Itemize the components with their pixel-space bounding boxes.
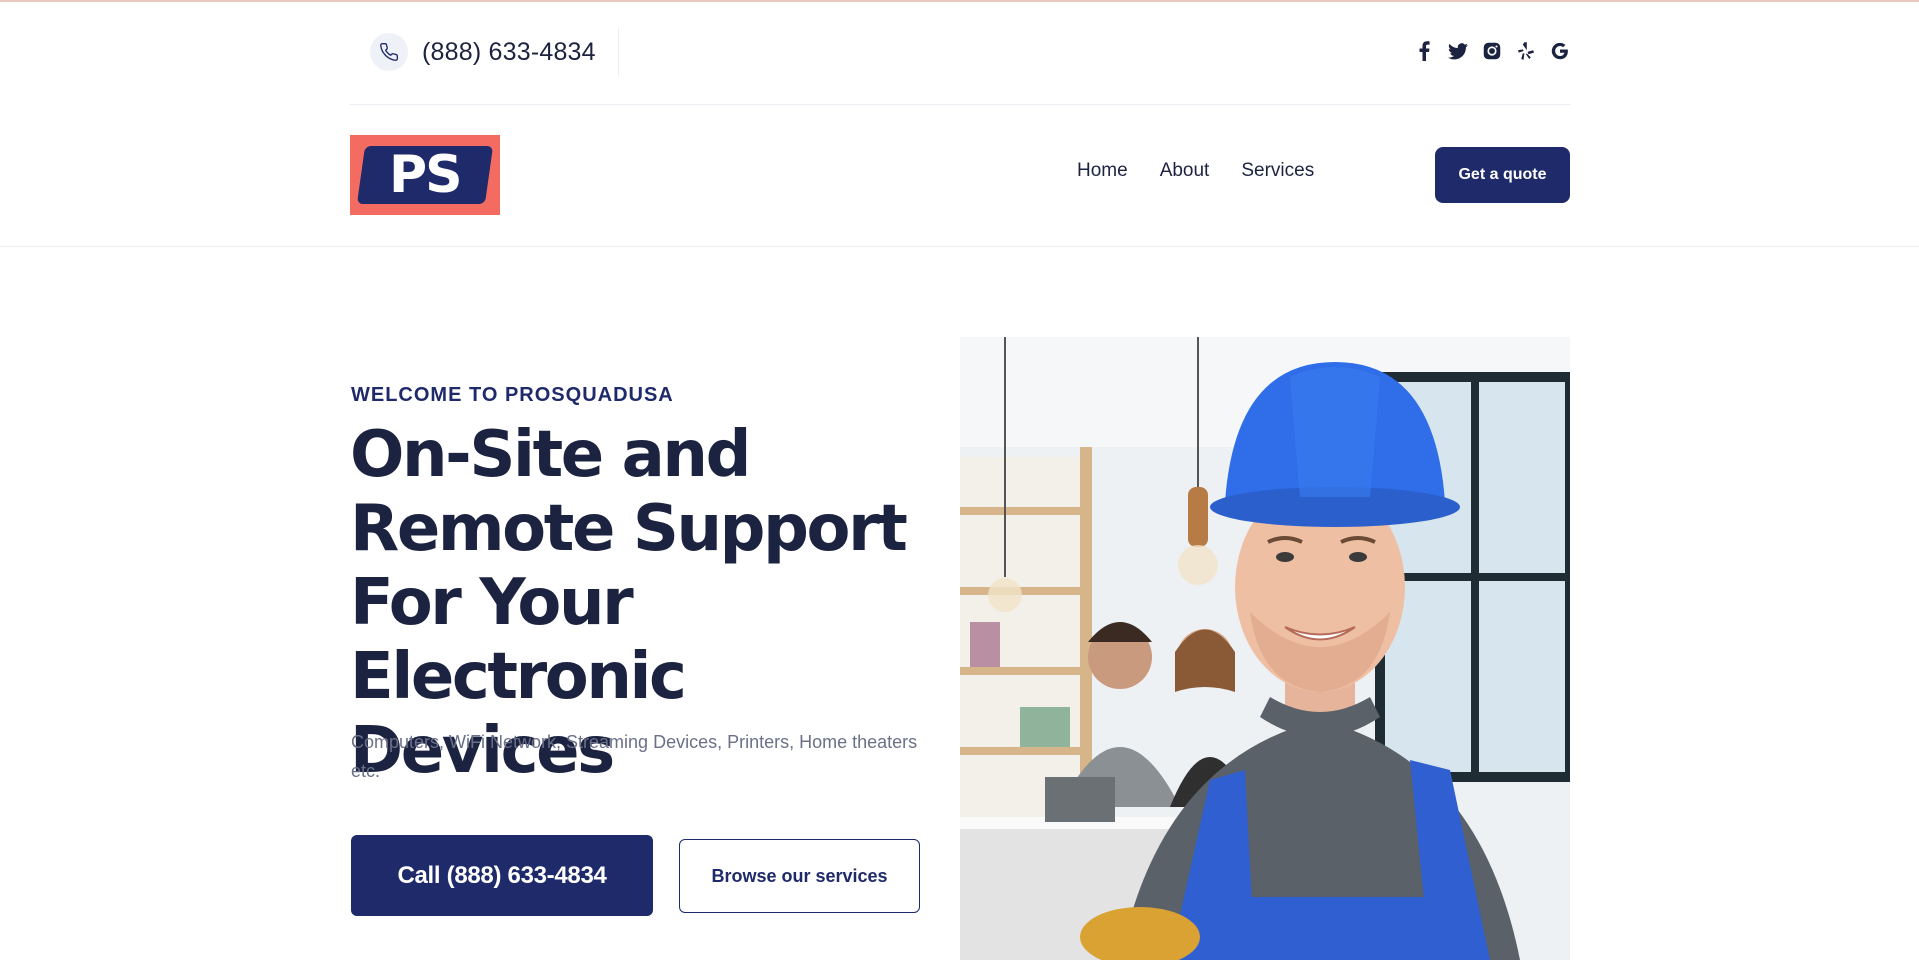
- browse-services-button[interactable]: Browse our services: [679, 839, 920, 913]
- nav-services[interactable]: Services: [1241, 160, 1314, 182]
- hero-eyebrow: WELCOME TO PROSQUADUSA: [351, 384, 674, 406]
- yelp-icon[interactable]: [1516, 39, 1536, 63]
- logo-badge: PS: [356, 145, 494, 205]
- facebook-icon[interactable]: [1414, 39, 1434, 63]
- main-nav: Home About Services: [1077, 160, 1314, 182]
- nav-about[interactable]: About: [1160, 160, 1210, 182]
- hero-technician-image: [960, 337, 1570, 960]
- get-quote-button[interactable]: Get a quote: [1435, 147, 1570, 203]
- twitter-icon[interactable]: [1448, 39, 1468, 63]
- hero-subtext: Computers, WiFi Network, Streaming Devic…: [351, 732, 918, 781]
- google-icon[interactable]: [1550, 39, 1570, 63]
- top-bar: (888) 633-4834: [350, 28, 1570, 76]
- instagram-icon[interactable]: [1482, 39, 1502, 63]
- nav-home[interactable]: Home: [1077, 160, 1128, 182]
- topbar-phone-link[interactable]: (888) 633-4834: [350, 28, 619, 76]
- header-divider: [0, 246, 1919, 247]
- call-phone-button[interactable]: Call (888) 633-4834: [351, 835, 653, 916]
- phone-icon: [370, 33, 408, 71]
- site-logo[interactable]: PS: [350, 135, 500, 215]
- logo-text: PS: [389, 145, 461, 205]
- top-accent-line: [0, 0, 1919, 2]
- topbar-divider: [350, 104, 1570, 105]
- social-links: [1414, 39, 1570, 63]
- topbar-phone-number: (888) 633-4834: [422, 37, 596, 66]
- technician-photo-illustration: [960, 337, 1570, 960]
